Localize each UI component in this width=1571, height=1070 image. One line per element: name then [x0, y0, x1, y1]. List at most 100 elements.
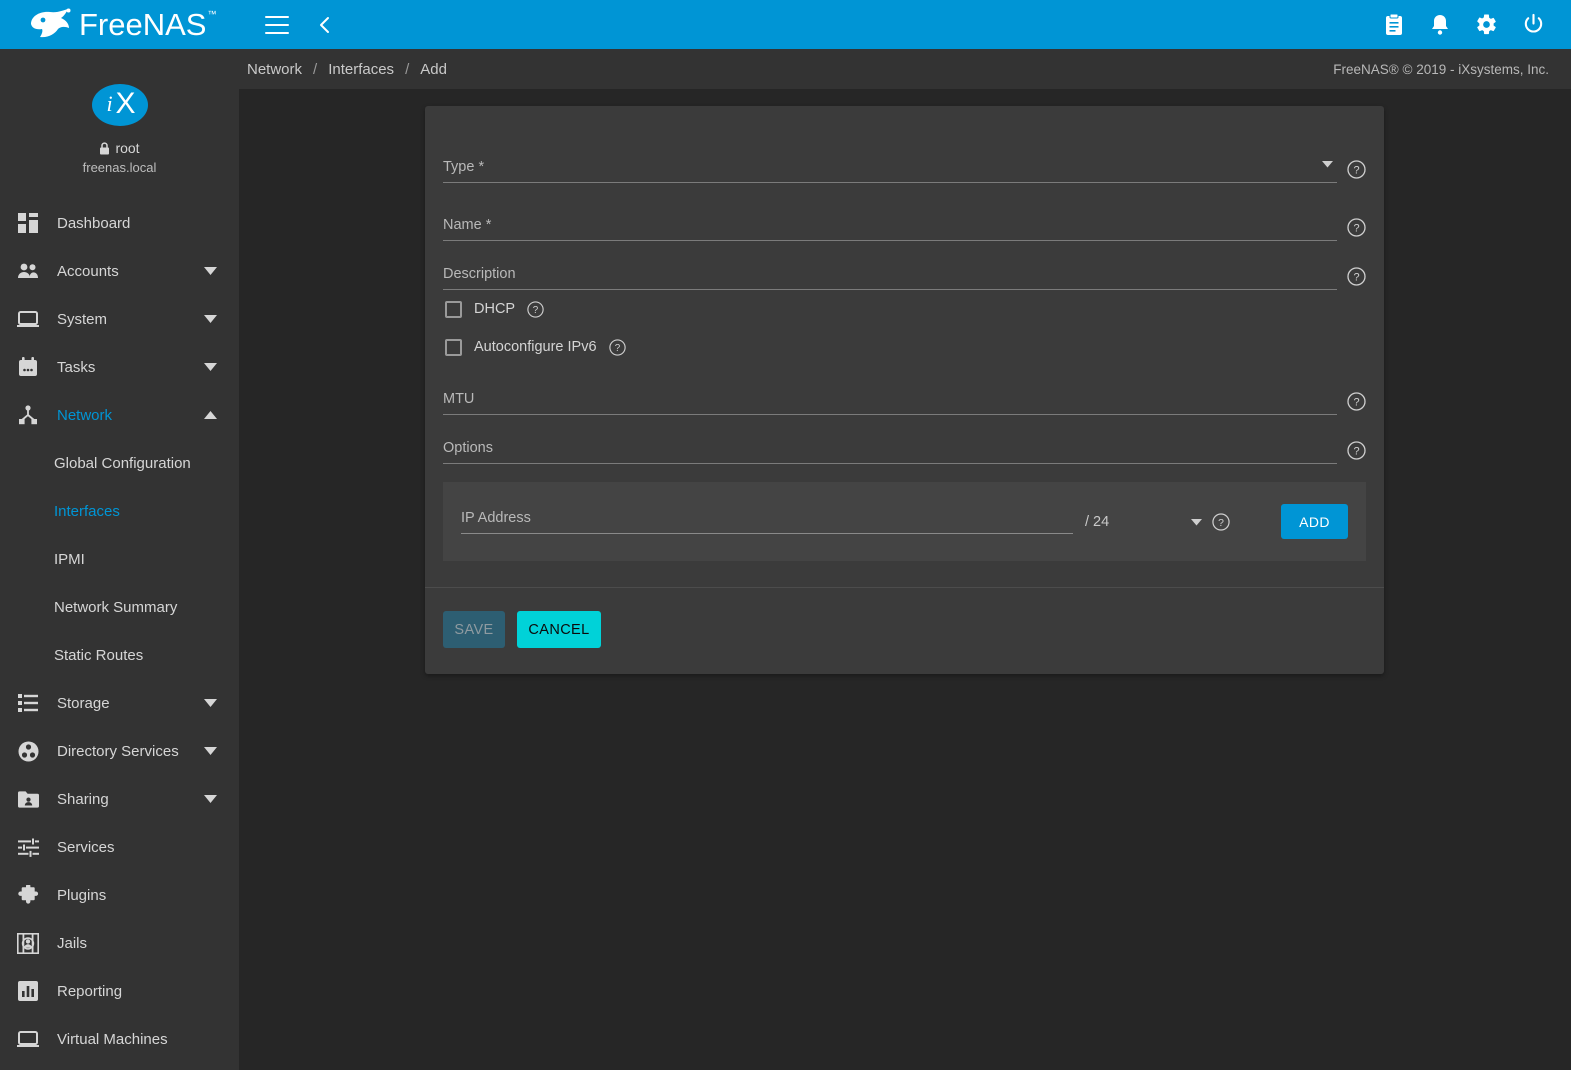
help-icon[interactable]: ? — [608, 338, 626, 356]
chevron-down-icon[interactable] — [1191, 513, 1203, 531]
sidebar-item-storage[interactable]: Storage — [0, 679, 239, 727]
sidebar-item-sharing[interactable]: Sharing — [0, 775, 239, 823]
sidebar-item-network[interactable]: Network — [0, 391, 239, 439]
bar-chart-icon — [15, 978, 41, 1004]
topbar-actions — [1383, 13, 1571, 37]
hamburger-menu-icon[interactable] — [265, 15, 289, 34]
svg-text:?: ? — [1353, 446, 1359, 458]
sidebar-item-label: Directory Services — [57, 742, 179, 760]
lock-icon — [100, 141, 110, 154]
brand-trademark: ™ — [207, 9, 217, 19]
help-icon[interactable]: ? — [1347, 441, 1366, 460]
field-mtu: MTU ? — [443, 366, 1366, 415]
help-icon[interactable]: ? — [1347, 392, 1366, 411]
chevron-down-icon[interactable] — [1322, 155, 1333, 173]
breadcrumb-item-network[interactable]: Network — [247, 61, 302, 78]
field-name: Name * ? — [443, 192, 1366, 241]
calendar-icon — [15, 354, 41, 380]
options-label: Options — [443, 440, 493, 456]
gear-icon[interactable] — [1475, 13, 1498, 36]
type-select[interactable]: Type * — [443, 158, 1337, 183]
sidebar-item-tasks[interactable]: Tasks — [0, 343, 239, 391]
laptop-icon — [15, 306, 41, 332]
sidebar-item-accounts[interactable]: Accounts — [0, 247, 239, 295]
bell-icon[interactable] — [1429, 13, 1451, 37]
sidebar-item-label: Storage — [57, 694, 110, 712]
power-icon[interactable] — [1522, 13, 1545, 36]
people-icon — [15, 258, 41, 284]
breadcrumb-separator: / — [313, 60, 318, 78]
top-app-bar: FreeNAS ™ — [0, 0, 1571, 49]
clipboard-icon[interactable] — [1383, 13, 1405, 37]
sidebar-item-label: Accounts — [57, 262, 119, 280]
chevron-down-icon[interactable] — [204, 311, 217, 328]
sidebar-item-dashboard[interactable]: Dashboard — [0, 199, 239, 247]
sidebar-item-ipmi[interactable]: IPMI — [0, 535, 239, 583]
name-label: Name * — [443, 217, 492, 233]
ip-address-panel: IP Address / 24 ? ADD — [443, 482, 1366, 561]
svg-text:?: ? — [614, 343, 620, 354]
ix-logo-i: i — [106, 91, 113, 116]
chevron-left-icon[interactable] — [314, 14, 336, 36]
sidebar-subitem-label: Network Summary — [54, 598, 178, 616]
breadcrumb-separator: / — [405, 60, 410, 78]
help-icon[interactable]: ? — [527, 300, 544, 318]
mtu-input[interactable]: MTU — [443, 390, 1337, 415]
sidebar-item-reporting[interactable]: Reporting — [0, 967, 239, 1015]
content-area: Network / Interfaces / Add FreeNAS® © 20… — [239, 49, 1571, 1070]
sidebar-item-label: Sharing — [57, 790, 109, 808]
sidebar-item-plugins[interactable]: Plugins — [0, 871, 239, 919]
help-icon[interactable]: ? — [1347, 267, 1366, 286]
save-button[interactable]: SAVE — [443, 611, 505, 648]
sidebar-item-network-summary[interactable]: Network Summary — [0, 583, 239, 631]
svg-text:?: ? — [533, 305, 539, 316]
help-icon[interactable]: ? — [1347, 218, 1366, 237]
cancel-button[interactable]: CANCEL — [517, 611, 601, 648]
sidebar-subitem-label: IPMI — [54, 550, 85, 568]
sidebar-item-static-routes[interactable]: Static Routes — [0, 631, 239, 679]
sidebar-item-global-configuration[interactable]: Global Configuration — [0, 439, 239, 487]
chevron-down-icon[interactable] — [204, 743, 217, 760]
sidebar-subitem-label: Interfaces — [54, 502, 120, 520]
sidebar-hostname: freenas.local — [82, 160, 157, 175]
chevron-up-icon[interactable] — [204, 407, 217, 424]
help-icon[interactable]: ? — [1347, 160, 1366, 179]
chevron-down-icon[interactable] — [204, 791, 217, 808]
netmask-value: / 24 — [1085, 513, 1110, 530]
chevron-down-icon[interactable] — [204, 359, 217, 376]
chevron-down-icon[interactable] — [204, 263, 217, 280]
directory-icon — [15, 738, 41, 764]
description-input[interactable]: Description — [443, 265, 1337, 290]
jail-icon — [15, 930, 41, 956]
sidebar-item-jails[interactable]: Jails — [0, 919, 239, 967]
sidebar-item-virtual-machines[interactable]: Virtual Machines — [0, 1015, 239, 1063]
ip-address-input[interactable]: IP Address — [461, 509, 1073, 534]
sidebar-item-label: Tasks — [57, 358, 96, 376]
sidebar-item-services[interactable]: Services — [0, 823, 239, 871]
breadcrumb-bar: Network / Interfaces / Add FreeNAS® © 20… — [239, 49, 1571, 89]
dhcp-label: DHCP — [474, 301, 516, 317]
breadcrumb-item-interfaces[interactable]: Interfaces — [328, 61, 394, 78]
sidebar-item-interfaces[interactable]: Interfaces — [0, 487, 239, 535]
sidebar-username-row: root — [0, 140, 239, 156]
add-button[interactable]: ADD — [1281, 504, 1348, 539]
help-icon[interactable]: ? — [1212, 512, 1230, 531]
sidebar-identity: i X root freenas.local — [0, 49, 239, 175]
sidebar-subitem-label: Static Routes — [54, 646, 144, 664]
chevron-down-icon[interactable] — [204, 695, 217, 712]
svg-text:?: ? — [1353, 397, 1359, 409]
breadcrumb-item-add: Add — [420, 60, 447, 78]
options-input[interactable]: Options — [443, 439, 1337, 464]
brand-logo-zone[interactable]: FreeNAS ™ — [0, 0, 239, 49]
network-icon — [15, 402, 41, 428]
autoconfigure-ipv6-checkbox[interactable] — [445, 338, 462, 356]
name-input[interactable]: Name * — [443, 216, 1337, 241]
sidebar-item-directory-services[interactable]: Directory Services — [0, 727, 239, 775]
ix-logo-x: X — [115, 87, 136, 120]
dhcp-checkbox[interactable] — [445, 300, 462, 318]
sidebar-item-label: Jails — [57, 934, 88, 952]
sidebar-item-system[interactable]: System — [0, 295, 239, 343]
freenas-fish-icon — [31, 8, 71, 37]
field-type: Type * ? — [443, 134, 1366, 183]
